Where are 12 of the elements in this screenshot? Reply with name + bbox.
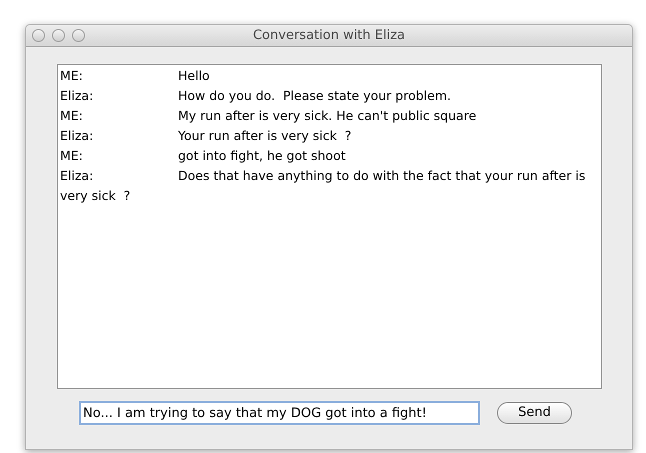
message-line: Eliza: How do you do. Please state your problem. [60,87,452,105]
message-line: ME: Hello [60,67,211,85]
message-line: ME: My run after is very sick. He can't public square [60,107,478,125]
window-control[interactable] [52,29,65,42]
window-control[interactable] [32,29,45,42]
send-button[interactable]: Send [497,402,572,424]
message-input[interactable]: No... I am trying to say that my DOG got into a fight! [79,401,480,425]
window-control[interactable] [72,29,85,42]
message-line: Eliza: Does that have anything to do with the fact that your run after is very sick ? [60,167,586,205]
message-line: ME: got into fight, he got shoot [60,147,347,165]
message-line: Eliza: Your run after is very sick ? [60,127,352,145]
window-title: Conversation with Eliza [252,26,406,45]
